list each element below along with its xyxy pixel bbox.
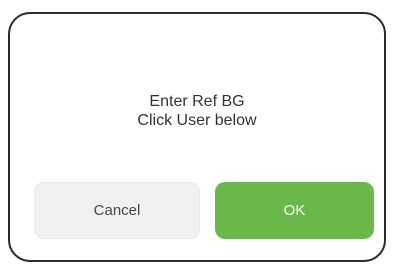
cancel-button-label: Cancel xyxy=(93,202,141,219)
ok-button[interactable]: OK xyxy=(215,182,374,239)
cancel-button[interactable]: Cancel xyxy=(34,182,200,239)
dialog-message: Enter Ref BG Click User below xyxy=(10,92,384,130)
message-line-2: Click User below xyxy=(137,112,257,129)
message-line-1: Enter Ref BG xyxy=(149,93,245,110)
dialog: Enter Ref BG Click User below Cancel OK xyxy=(8,12,386,262)
ok-button-label: OK xyxy=(283,202,306,219)
